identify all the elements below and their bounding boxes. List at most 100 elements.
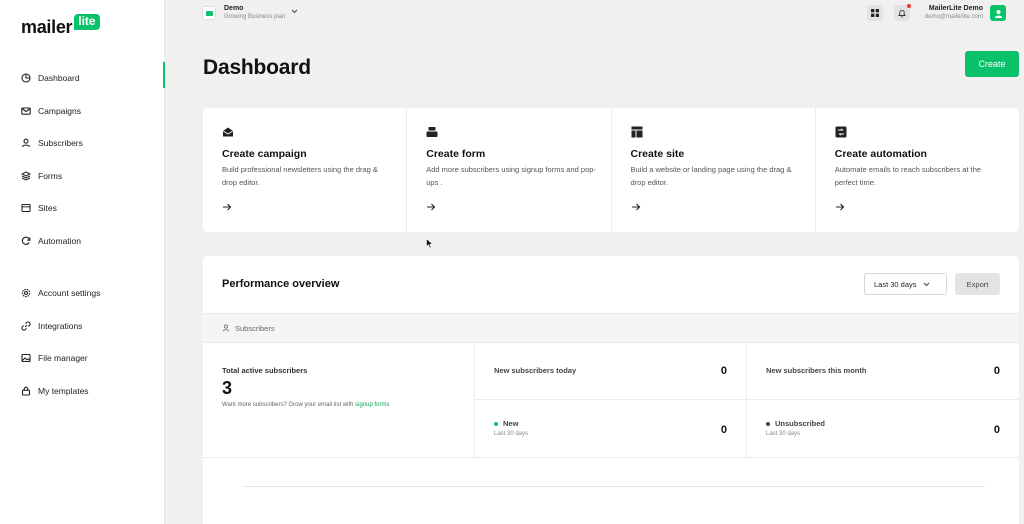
- notifications-button[interactable]: [893, 4, 911, 21]
- notification-dot: [906, 4, 911, 8]
- sidebar-item-label: Integrations: [38, 320, 83, 331]
- user-email: demo@mailerlite.com: [924, 14, 983, 20]
- card-create-automation[interactable]: Create automation Automate emails to rea…: [816, 108, 1019, 232]
- site-layout-icon: [631, 126, 642, 138]
- dashboard-icon: [21, 73, 31, 83]
- stat-new-today: New subscribers today 0: [475, 343, 747, 400]
- sidebar-nav: Dashboard Campaigns Subscribers Forms Si…: [0, 62, 165, 407]
- stat-value: 3: [222, 378, 233, 398]
- sidebar-item-subscribers[interactable]: Subscribers: [0, 127, 165, 160]
- status-dot: [766, 421, 770, 426]
- refresh-icon: [21, 236, 31, 246]
- card-description: Automate emails to reach subscribers at …: [834, 165, 982, 187]
- chevron-down-icon: [923, 282, 929, 286]
- sidebar-item-label: Subscribers: [38, 138, 83, 149]
- card-create-form[interactable]: Create form Add more subscribers using s…: [407, 108, 612, 232]
- total-active-subscribers: Total active subscribers 3 Want more sub…: [203, 343, 475, 458]
- logo-bubble: lite: [74, 14, 100, 30]
- arrow-right-icon[interactable]: [631, 202, 641, 212]
- sidebar-item-label: Account settings: [38, 288, 101, 299]
- stat-label-text: New: [503, 419, 519, 428]
- stat-label: New subscribers this month: [766, 366, 867, 375]
- sidebar-item-label: Campaigns: [38, 105, 81, 116]
- signup-forms-link[interactable]: signup forms: [355, 402, 389, 408]
- user-name: MailerLite Demo: [928, 5, 983, 12]
- sidebar-item-account-settings[interactable]: Account settings: [0, 277, 165, 310]
- sidebar-item-label: Sites: [38, 203, 57, 214]
- mail-icon: [21, 106, 31, 116]
- card-title: Create automation: [834, 148, 927, 160]
- stat-value: 0: [993, 424, 1000, 436]
- stat-label: Total active subscribers: [222, 366, 308, 375]
- arrow-right-icon[interactable]: [222, 202, 232, 212]
- sidebar-item-sites[interactable]: Sites: [0, 192, 165, 225]
- lock-icon: [21, 386, 31, 396]
- topbar-actions: MailerLite Demo demo@mailerlite.com: [866, 4, 1006, 22]
- arrow-right-icon[interactable]: [835, 202, 845, 212]
- sidebar-item-label: Forms: [38, 170, 63, 181]
- account-badge-icon: [202, 6, 216, 20]
- performance-overview: Performance overview Last 30 days Export…: [203, 256, 1019, 524]
- mouse-cursor-icon: [426, 238, 433, 249]
- card-title: Create campaign: [222, 148, 307, 160]
- automation-icon: [835, 126, 847, 138]
- card-description: Build professional newsletters using the…: [222, 165, 378, 187]
- avatar[interactable]: [990, 5, 1006, 21]
- stat-hint: Want more subscribers? Grow your email l…: [222, 402, 390, 408]
- section-label: Subscribers: [235, 323, 275, 333]
- subscribers-section-header[interactable]: Subscribers: [203, 313, 1019, 343]
- stat-label-text: Unsubscribed: [775, 419, 826, 428]
- card-title: Create site: [630, 148, 685, 160]
- image-icon: [21, 353, 31, 363]
- card-description: Build a website or landing page using th…: [630, 165, 792, 187]
- gear-icon: [21, 288, 31, 298]
- topbar: Demo Growing Business plan MailerLite De…: [165, 0, 1024, 30]
- card-create-campaign[interactable]: Create campaign Build professional newsl…: [203, 108, 408, 232]
- chart-baseline: [243, 486, 985, 487]
- sidebar-item-forms[interactable]: Forms: [0, 160, 165, 193]
- user-icon: [222, 324, 230, 332]
- logo-word: mailer: [21, 17, 73, 37]
- layers-icon: [21, 171, 31, 181]
- bell-icon: [897, 9, 906, 18]
- link-icon: [21, 321, 31, 331]
- user-menu[interactable]: MailerLite Demo demo@mailerlite.com: [925, 4, 983, 22]
- account-plan: Growing Business plan: [224, 14, 286, 20]
- create-button[interactable]: Create: [965, 51, 1019, 77]
- sidebar-item-label: Dashboard: [38, 73, 80, 84]
- user-avatar-icon: [994, 9, 1002, 18]
- apps-grid-button[interactable]: [866, 5, 883, 21]
- account-name: Demo: [224, 5, 244, 12]
- date-range-value: Last 30 days: [874, 279, 917, 289]
- stat-label: Unsubscribed: [766, 419, 825, 428]
- sidebar-item-label: File manager: [38, 353, 88, 364]
- account-switcher[interactable]: Demo Growing Business plan: [202, 4, 298, 22]
- sidebar-item-file-manager[interactable]: File manager: [0, 342, 165, 375]
- stat-value: 0: [720, 365, 727, 377]
- sidebar-item-my-templates[interactable]: My templates: [0, 375, 165, 408]
- sidebar-item-integrations[interactable]: Integrations: [0, 310, 165, 343]
- stat-value: 0: [993, 365, 1000, 377]
- account-info: Demo Growing Business plan: [224, 4, 285, 22]
- date-range-select[interactable]: Last 30 days: [864, 273, 947, 295]
- mailerlite-logo[interactable]: mailer lite: [21, 14, 100, 37]
- sidebar-item-label: My templates: [38, 385, 89, 396]
- arrow-right-icon[interactable]: [426, 202, 436, 212]
- chevron-down-icon: [292, 9, 298, 13]
- status-dot: [494, 421, 498, 426]
- card-title: Create form: [426, 148, 486, 160]
- stat-label: New subscribers today: [494, 366, 577, 375]
- user-icon: [21, 138, 31, 148]
- sidebar-item-campaigns[interactable]: Campaigns: [0, 95, 165, 128]
- browser-icon: [21, 203, 31, 213]
- subscriber-stats: Total active subscribers 3 Want more sub…: [203, 343, 1019, 458]
- export-button[interactable]: Export: [955, 273, 1000, 295]
- hint-text: Want more subscribers? Grow your email l…: [222, 402, 354, 408]
- envelope-icon: [223, 127, 233, 137]
- stat-sublabel: Last 30 days: [494, 431, 529, 437]
- card-create-site[interactable]: Create site Build a website or landing p…: [612, 108, 816, 232]
- sidebar-item-dashboard[interactable]: Dashboard: [0, 62, 165, 95]
- sidebar: mailer lite Dashboard Campaigns Subscrib…: [0, 0, 165, 524]
- sidebar-item-automation[interactable]: Automation: [0, 225, 165, 258]
